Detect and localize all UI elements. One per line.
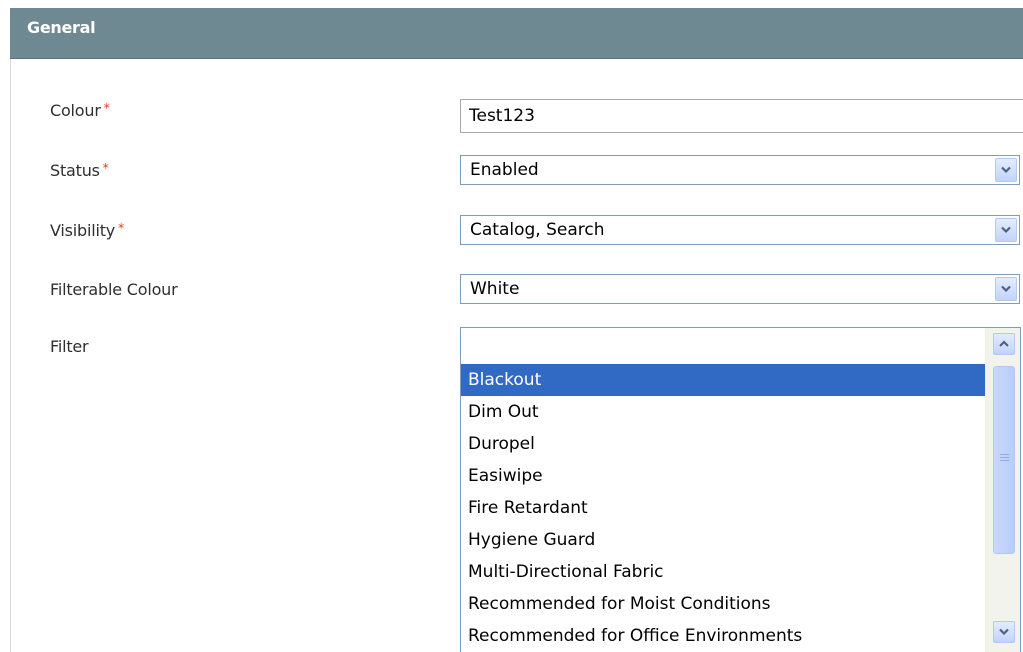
filterable-colour-label: Filterable Colour [50, 280, 178, 299]
grip-line [1000, 454, 1009, 455]
chevron-down-icon[interactable] [995, 218, 1017, 242]
section-title: General [27, 18, 96, 37]
scroll-down-button[interactable] [993, 621, 1015, 643]
section-header[interactable]: General [10, 8, 1023, 59]
colour-label: Colour * [50, 101, 110, 120]
list-option-fire-retardant[interactable]: Fire Retardant [461, 492, 985, 524]
filterable-colour-select-value: White [470, 279, 520, 299]
scroll-thumb[interactable] [993, 366, 1015, 554]
chevron-down-icon[interactable] [995, 277, 1017, 301]
required-mark: * [118, 221, 124, 235]
required-mark: * [102, 161, 109, 175]
list-option-multi-directional-fabric[interactable]: Multi-Directional Fabric [461, 556, 985, 588]
list-option-office-environments[interactable]: Recommended for Office Environments [461, 620, 985, 652]
grip-line [1000, 460, 1009, 461]
chevron-down-icon [999, 628, 1009, 636]
required-mark: * [103, 101, 110, 115]
filter-label-text: Filter [50, 337, 89, 356]
scroll-up-button[interactable] [993, 333, 1015, 355]
list-option-easiwipe[interactable]: Easiwipe [461, 460, 985, 492]
list-empty-row [461, 328, 1020, 364]
list-option-dim-out[interactable]: Dim Out [461, 396, 985, 428]
list-option-duropel[interactable]: Duropel [461, 428, 985, 460]
grip-line [1000, 457, 1009, 458]
filter-multiselect[interactable]: Blackout Dim Out Duropel Easiwipe Fire R… [460, 327, 1021, 652]
list-option-moist-conditions[interactable]: Recommended for Moist Conditions [461, 588, 985, 620]
visibility-label: Visibility * [50, 221, 124, 240]
filterable-colour-select[interactable]: White [460, 274, 1020, 304]
colour-input[interactable] [460, 99, 1023, 133]
colour-label-text: Colour [50, 101, 101, 120]
status-select[interactable]: Enabled [460, 155, 1020, 185]
filterable-colour-label-text: Filterable Colour [50, 280, 178, 299]
chevron-down-icon[interactable] [995, 158, 1017, 182]
visibility-select-value: Catalog, Search [470, 220, 605, 240]
listbox-scrollbar[interactable] [985, 328, 1020, 652]
status-label: Status * [50, 161, 109, 180]
visibility-label-text: Visibility [50, 221, 116, 240]
visibility-select[interactable]: Catalog, Search [460, 215, 1020, 245]
status-label-text: Status [50, 161, 100, 180]
status-select-value: Enabled [470, 160, 539, 180]
chevron-up-icon [999, 340, 1009, 347]
top-margin [0, 0, 1023, 8]
list-option-hygiene-guard[interactable]: Hygiene Guard [461, 524, 985, 556]
filter-label: Filter [50, 337, 89, 356]
list-option-blackout[interactable]: Blackout [461, 364, 985, 396]
